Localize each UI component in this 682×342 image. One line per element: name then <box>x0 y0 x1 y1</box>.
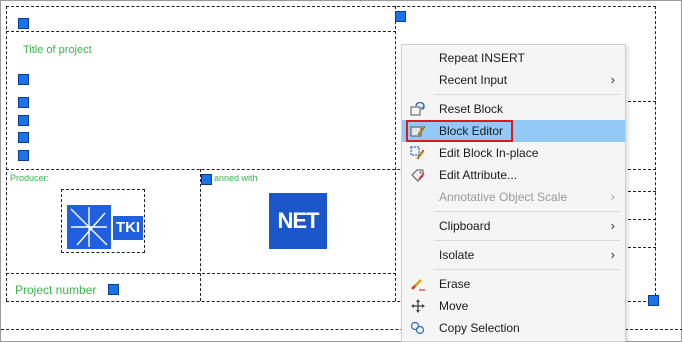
project-number-line <box>6 273 396 274</box>
menu-separator <box>434 240 620 241</box>
right-cell-line-4 <box>628 247 656 248</box>
menu-item-label: Edit Attribute... <box>439 168 518 182</box>
copy-selection-icon <box>410 321 426 335</box>
menu-item-recent-input[interactable]: Recent Input › <box>402 69 625 91</box>
menu-item-label: Recent Input <box>439 73 508 87</box>
title-of-project-text: Title of project <box>23 44 92 56</box>
block-boundary-top <box>6 6 656 7</box>
producer-label: Producer: <box>10 173 50 183</box>
grip-handle[interactable] <box>18 132 29 143</box>
menu-separator <box>434 94 620 95</box>
grip-handle[interactable] <box>395 11 406 22</box>
menu-item-label: Copy Selection <box>439 321 520 335</box>
project-number-label: Project number <box>15 283 97 297</box>
menu-item-block-editor[interactable]: Block Editor <box>402 120 625 142</box>
menu-item-clipboard[interactable]: Clipboard › <box>402 215 625 237</box>
menu-item-copy-selection[interactable]: Copy Selection <box>402 317 625 339</box>
erase-icon <box>410 277 426 291</box>
menu-item-label: Repeat INSERT <box>439 51 525 65</box>
menu-item-label: Erase <box>439 277 471 291</box>
tki-logo-mark-icon <box>67 205 111 249</box>
menu-item-label: Move <box>439 299 469 313</box>
submenu-arrow-icon: › <box>610 72 615 87</box>
menu-item-repeat-insert[interactable]: Repeat INSERT <box>402 47 625 69</box>
menu-separator <box>434 269 620 270</box>
grip-handle[interactable] <box>648 295 659 306</box>
grip-handle[interactable] <box>18 74 29 85</box>
submenu-arrow-icon: › <box>610 189 615 204</box>
menu-separator <box>434 211 620 212</box>
move-icon <box>410 299 426 313</box>
menu-item-move[interactable]: Move <box>402 295 625 317</box>
tki-logo: TKI <box>67 205 143 249</box>
block-boundary-right <box>655 6 656 301</box>
menu-item-label: Reset Block <box>439 102 504 116</box>
edit-attribute-icon <box>410 168 426 182</box>
menu-item-reset-block[interactable]: Reset Block <box>402 98 625 120</box>
title-row-line <box>6 31 396 32</box>
net-logo: NET <box>269 193 327 249</box>
grip-handle[interactable] <box>18 97 29 108</box>
menu-item-label: Isolate <box>439 248 475 262</box>
menu-item-label: Block Editor <box>439 124 504 138</box>
block-editor-icon <box>410 124 426 138</box>
reset-block-icon <box>410 101 426 116</box>
context-menu: Repeat INSERT Recent Input › Reset Block… <box>401 44 626 342</box>
menu-item-edit-block-in-place[interactable]: Edit Block In-place <box>402 142 625 164</box>
grip-handle[interactable] <box>201 174 212 185</box>
menu-item-label: Annotative Object Scale <box>439 190 568 204</box>
right-cell-line-2 <box>628 191 656 192</box>
menu-item-isolate[interactable]: Isolate › <box>402 244 625 266</box>
menu-item-label: Clipboard <box>439 219 491 233</box>
grip-handle[interactable] <box>108 284 119 295</box>
menu-item-erase[interactable]: Erase <box>402 273 625 295</box>
menu-item-annotative-object-scale[interactable]: Annotative Object Scale › <box>402 186 625 208</box>
block-boundary-left <box>6 6 7 301</box>
menu-item-edit-attribute[interactable]: Edit Attribute... <box>402 164 625 186</box>
producer-divider <box>200 169 201 301</box>
title-block-divider <box>395 6 396 301</box>
right-cell-line-1 <box>628 101 656 102</box>
submenu-arrow-icon: › <box>610 218 615 233</box>
tki-logo-text: TKI <box>113 216 143 240</box>
grip-handle[interactable] <box>18 18 29 29</box>
right-cell-line-3 <box>628 219 656 220</box>
grip-handle[interactable] <box>18 115 29 126</box>
menu-item-label: Edit Block In-place <box>439 146 539 160</box>
submenu-arrow-icon: › <box>610 247 615 262</box>
grip-handle[interactable] <box>18 150 29 161</box>
edit-block-inplace-icon <box>410 146 426 160</box>
planned-with-label: anned with <box>214 173 258 183</box>
